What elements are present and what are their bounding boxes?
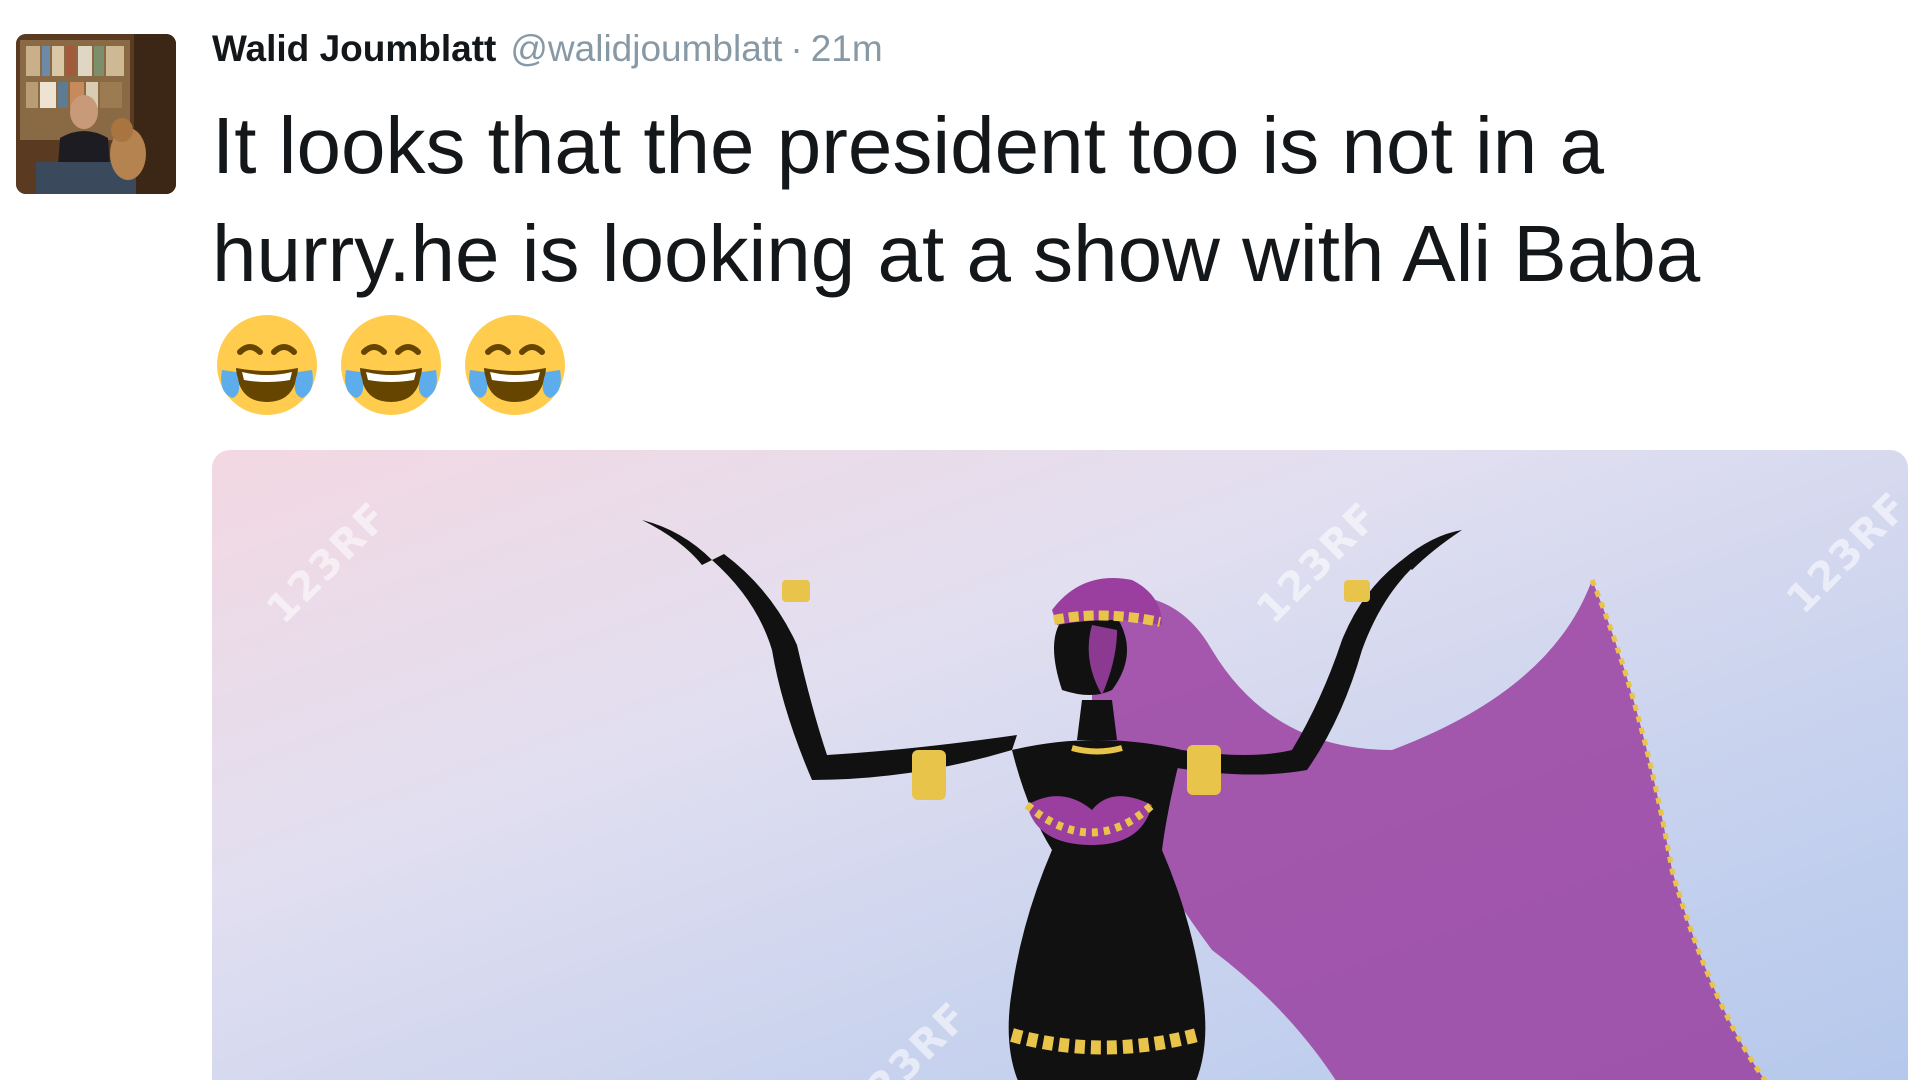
header-separator: · [790, 28, 803, 69]
avatar-photo [16, 34, 176, 194]
tears-of-joy-emoji-icon [217, 315, 317, 415]
belly-dancer-illustration [642, 520, 1768, 1080]
tears-of-joy-emoji-icon [465, 315, 565, 415]
author-name[interactable]: Walid Joumblatt [212, 28, 496, 70]
tweet-text: It looks that the president too is not i… [212, 101, 1701, 298]
author-avatar[interactable] [16, 34, 176, 194]
emoji-row [212, 310, 1900, 422]
tweet[interactable]: Walid Joumblatt @walidjoumblatt · 21m It… [0, 0, 1920, 1080]
tweet-header: Walid Joumblatt @walidjoumblatt · 21m [212, 28, 1900, 84]
tweet-media-image[interactable]: 123RF 123RF 123RF 123RF [212, 450, 1908, 1080]
tweet-content: Walid Joumblatt @walidjoumblatt · 21m It… [212, 28, 1900, 422]
author-handle[interactable]: @walidjoumblatt [510, 28, 782, 70]
tears-of-joy-emoji-icon [341, 315, 441, 415]
tweet-timestamp[interactable]: 21m [811, 28, 883, 70]
